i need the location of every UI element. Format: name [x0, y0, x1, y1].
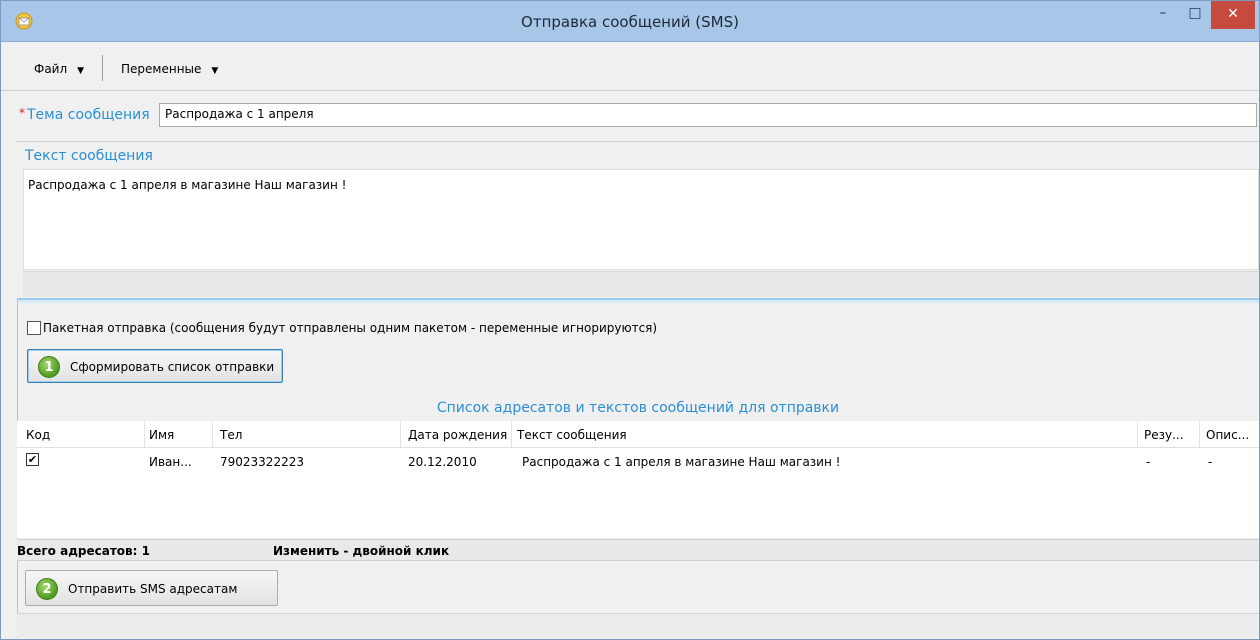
column-separator[interactable] — [1199, 421, 1200, 448]
table-row[interactable]: ✔ Иван... 79023322223 20.12.2010 Распрод… — [17, 448, 1259, 472]
send-sms-label: Отправить SMS адресатам — [68, 582, 238, 596]
column-separator[interactable] — [1137, 421, 1138, 448]
sms-send-window: Отправка сообщений (SMS) – □ ✕ Файл ▼ Пер… — [0, 0, 1260, 640]
column-header-name[interactable]: Имя — [149, 428, 174, 442]
message-text-label: Текст сообщения — [25, 148, 153, 164]
subject-input[interactable]: Распродажа с 1 апреля — [159, 103, 1257, 127]
menu-file-label: Файл — [34, 62, 68, 76]
column-header-phone[interactable]: Тел — [220, 428, 242, 442]
required-mark: * — [19, 106, 25, 120]
subject-row: * Тема сообщения Распродажа с 1 апреля — [17, 101, 1259, 127]
recipients-status-bar: Всего адресатов: 1 Изменить - двойной кл… — [17, 539, 1259, 561]
column-separator[interactable] — [511, 421, 512, 448]
column-header-birth-date[interactable]: Дата рождения — [408, 428, 507, 442]
row-phone-cell: 79023322223 — [220, 455, 304, 469]
row-description-cell: - — [1208, 455, 1213, 469]
row-message-text-cell: Распродажа с 1 апреля в магазине Наш маг… — [522, 455, 841, 469]
column-separator[interactable] — [212, 421, 213, 448]
edit-hint-text: Изменить - двойной клик — [273, 544, 450, 558]
column-header-message-text[interactable]: Текст сообщения — [517, 428, 627, 442]
menu-file[interactable]: Файл ▼ — [34, 62, 84, 76]
message-text-area[interactable]: Распродажа с 1 апреля в магазине Наш маг… — [23, 169, 1259, 270]
message-horizontal-scrollbar[interactable] — [23, 271, 1259, 297]
form-send-list-label: Сформировать список отправки — [70, 360, 275, 374]
column-header-result[interactable]: Резу... — [1144, 428, 1184, 442]
form-send-list-button[interactable]: 1 Сформировать список отправки — [27, 349, 283, 383]
menu-separator — [102, 55, 103, 81]
title-bar[interactable]: Отправка сообщений (SMS) – □ ✕ — [1, 1, 1259, 42]
window-title: Отправка сообщений (SMS) — [521, 13, 739, 31]
dropdown-arrow-icon: ▼ — [211, 66, 219, 76]
step-two-badge-icon: 2 — [36, 578, 58, 600]
recipients-grid-header: Код Имя Тел Дата рождения Текст сообщени… — [17, 421, 1259, 448]
minimize-button[interactable]: – — [1147, 1, 1179, 29]
row-result-cell: - — [1146, 455, 1151, 469]
batch-send-label: Пакетная отправка (сообщения будут отпра… — [43, 321, 658, 335]
row-select-checkbox[interactable]: ✔ — [26, 453, 39, 466]
menu-variables[interactable]: Переменные ▼ — [121, 62, 218, 76]
maximize-button[interactable]: □ — [1179, 1, 1211, 29]
menu-variables-label: Переменные — [121, 62, 202, 76]
close-button[interactable]: ✕ — [1211, 1, 1255, 29]
send-sms-button[interactable]: 2 Отправить SMS адресатам — [25, 570, 278, 606]
column-separator[interactable] — [144, 421, 145, 448]
recipients-grid: ✔ Иван... 79023322223 20.12.2010 Распрод… — [17, 448, 1259, 538]
dropdown-arrow-icon: ▼ — [77, 66, 85, 76]
row-name-cell: Иван... — [149, 455, 192, 469]
row-birth-date-cell: 20.12.2010 — [408, 455, 477, 469]
column-header-code[interactable]: Код — [26, 428, 50, 442]
subject-label: Тема сообщения — [27, 107, 150, 123]
step-one-badge-icon: 1 — [38, 356, 60, 378]
divider — [17, 141, 1259, 142]
total-recipients-text: Всего адресатов: 1 — [17, 544, 150, 558]
panel-splitter[interactable] — [17, 298, 1259, 303]
column-separator[interactable] — [400, 421, 401, 448]
window-status-strip — [17, 613, 1259, 637]
batch-send-checkbox[interactable] — [27, 321, 41, 335]
column-header-description[interactable]: Опис... — [1206, 428, 1249, 442]
menu-bar: Файл ▼ Переменные ▼ — [1, 43, 1259, 91]
recipients-list-title: Список адресатов и текстов сообщений для… — [436, 400, 840, 416]
